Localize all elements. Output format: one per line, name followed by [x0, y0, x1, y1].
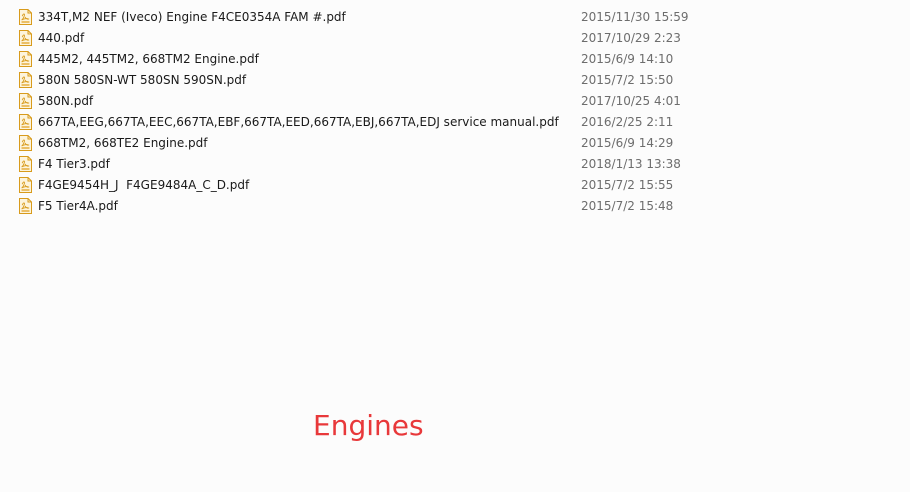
file-modified-date: 2015/6/9 14:10 — [581, 52, 674, 66]
pdf-file-icon — [19, 72, 32, 88]
file-name: 667TA,EEG,667TA,EEC,667TA,EBF,667TA,EED,… — [38, 115, 559, 129]
file-modified-date: 2017/10/29 2:23 — [581, 31, 681, 45]
file-modified-date: 2018/1/13 13:38 — [581, 157, 681, 171]
file-name: F5 Tier4A.pdf — [38, 199, 118, 213]
file-name: 580N 580SN-WT 580SN 590SN.pdf — [38, 73, 247, 87]
pdf-file-icon — [19, 114, 32, 130]
file-modified-date: 2015/7/2 15:48 — [581, 199, 674, 213]
file-name: 580N.pdf — [38, 94, 94, 108]
file-name: 668TM2, 668TE2 Engine.pdf — [38, 136, 208, 150]
pdf-file-icon — [19, 93, 32, 109]
file-row[interactable]: 667TA,EEG,667TA,EEC,667TA,EBF,667TA,EED,… — [0, 112, 700, 133]
file-row[interactable]: 668TM2, 668TE2 Engine.pdf 2015/6/9 14:29 — [0, 133, 700, 154]
file-list: 334T,M2 NEF (Iveco) Engine F4CE0354A FAM… — [0, 7, 910, 217]
file-row[interactable]: F5 Tier4A.pdf 2015/7/2 15:48 — [0, 196, 700, 217]
file-row[interactable]: 445M2, 445TM2, 668TM2 Engine.pdf 2015/6/… — [0, 49, 700, 70]
file-modified-date: 2015/6/9 14:29 — [581, 136, 674, 150]
file-name: 440.pdf — [38, 31, 85, 45]
pdf-file-icon — [19, 135, 32, 151]
file-modified-date: 2016/2/25 2:11 — [581, 115, 674, 129]
engines-caption: Engines — [313, 409, 424, 442]
file-row[interactable]: 580N 580SN-WT 580SN 590SN.pdf 2015/7/2 1… — [0, 70, 700, 91]
pdf-file-icon — [19, 51, 32, 67]
file-modified-date: 2017/10/25 4:01 — [581, 94, 681, 108]
file-name: 334T,M2 NEF (Iveco) Engine F4CE0354A FAM… — [38, 10, 346, 24]
file-name: 445M2, 445TM2, 668TM2 Engine.pdf — [38, 52, 259, 66]
pdf-file-icon — [19, 30, 32, 46]
file-modified-date: 2015/11/30 15:59 — [581, 10, 689, 24]
pdf-file-icon — [19, 9, 32, 25]
file-modified-date: 2015/7/2 15:55 — [581, 178, 674, 192]
file-row[interactable]: F4 Tier3.pdf 2018/1/13 13:38 — [0, 154, 700, 175]
file-modified-date: 2015/7/2 15:50 — [581, 73, 674, 87]
pdf-file-icon — [19, 177, 32, 193]
file-row[interactable]: 580N.pdf 2017/10/25 4:01 — [0, 91, 700, 112]
file-row[interactable]: 440.pdf 2017/10/29 2:23 — [0, 28, 700, 49]
file-row[interactable]: 334T,M2 NEF (Iveco) Engine F4CE0354A FAM… — [0, 7, 700, 28]
file-row[interactable]: F4GE9454H_J F4GE9484A_C_D.pdf 2015/7/2 1… — [0, 175, 700, 196]
file-name: F4 Tier3.pdf — [38, 157, 110, 171]
pdf-file-icon — [19, 198, 32, 214]
pdf-file-icon — [19, 156, 32, 172]
file-name: F4GE9454H_J F4GE9484A_C_D.pdf — [38, 178, 250, 192]
